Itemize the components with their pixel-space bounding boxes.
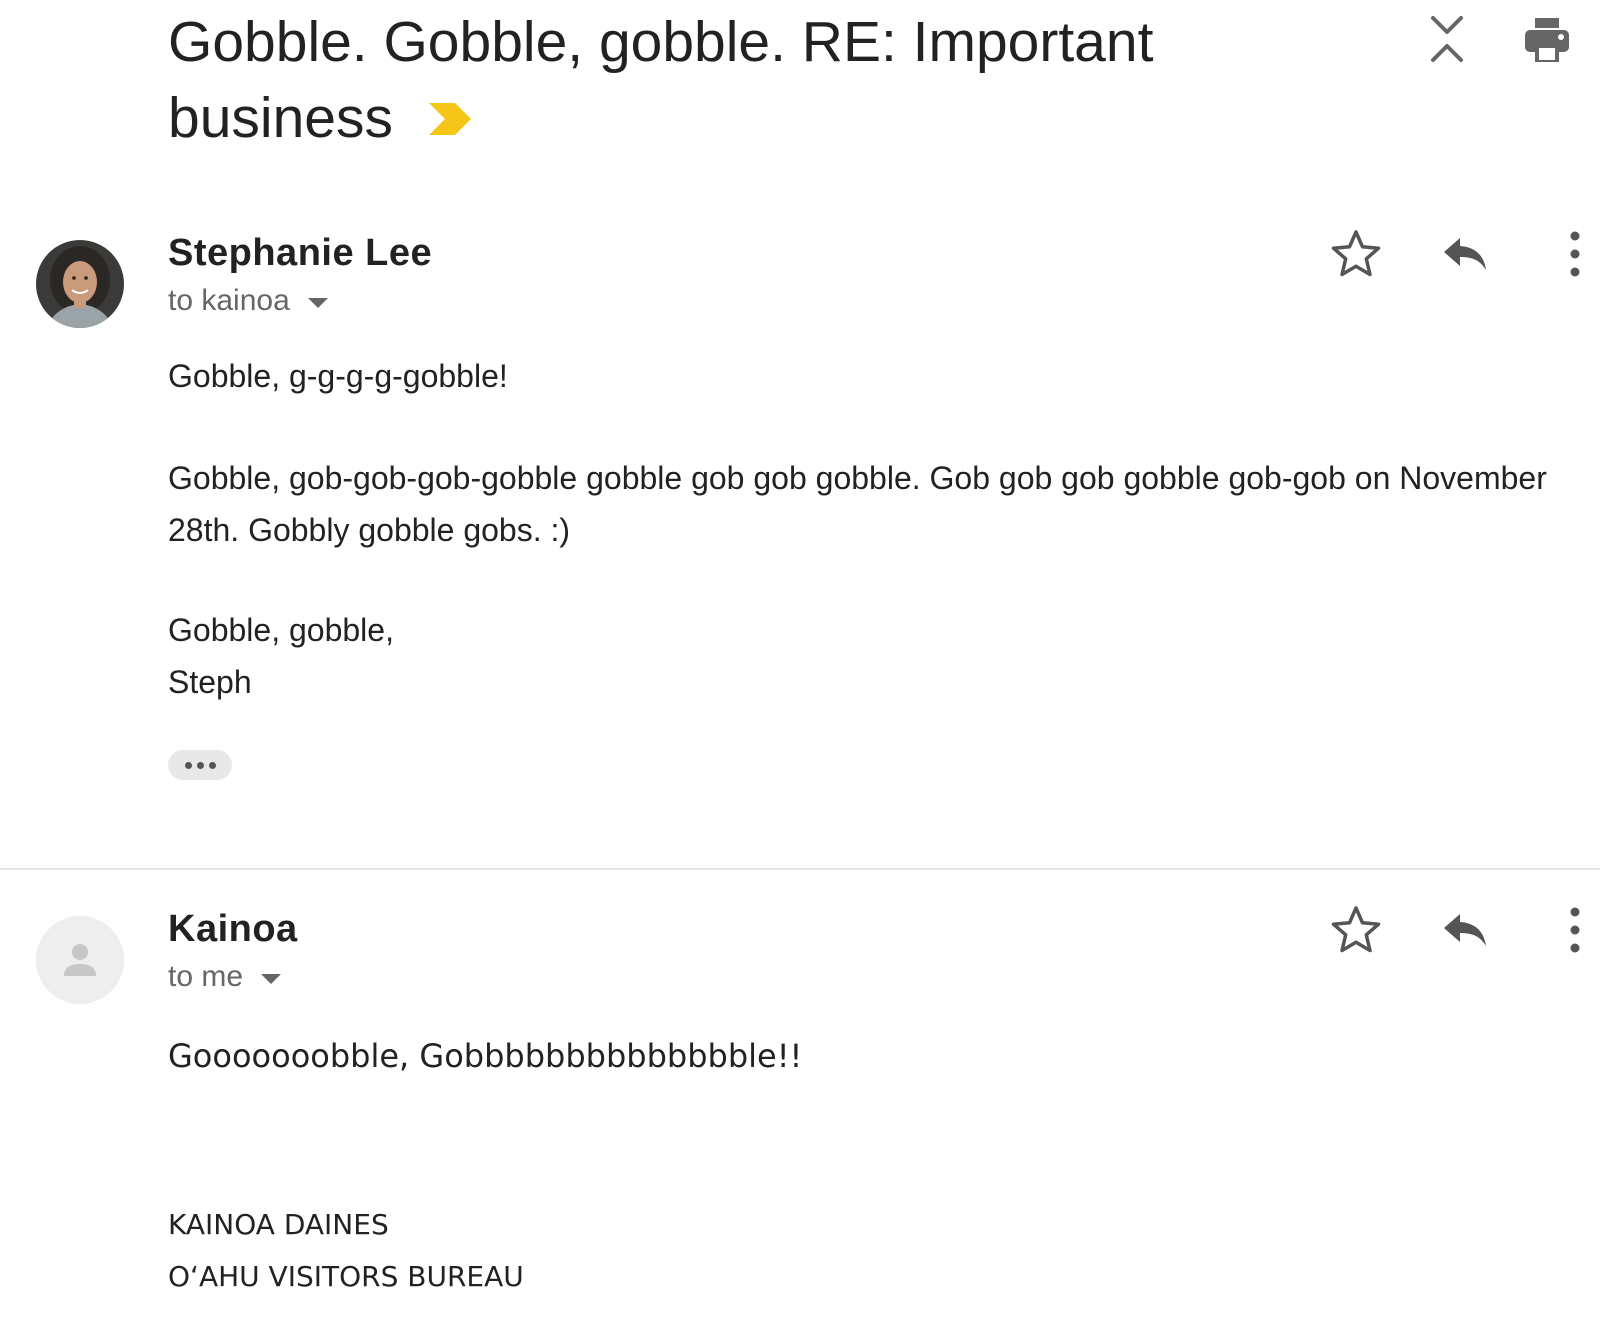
expand-all-icon[interactable]: [1427, 14, 1467, 64]
recipient-details[interactable]: to kainoa: [168, 284, 328, 318]
dot: [184, 761, 192, 769]
reply-icon[interactable]: [1440, 228, 1490, 278]
signature-organization: OʻAHU VISITORS BUREAU: [168, 1260, 524, 1293]
chevron-down-icon[interactable]: [261, 974, 282, 984]
email-subject-text: Gobble. Gobble, gobble. RE: Important bu…: [168, 10, 1154, 150]
reply-icon[interactable]: [1440, 904, 1490, 954]
star-icon[interactable]: [1330, 904, 1382, 956]
message-paragraph: Gobble, gob-gob-gob-gobble gobble gob go…: [168, 460, 1547, 548]
message-paragraph: Gobble, g-g-g-g-gobble!: [168, 358, 508, 394]
avatar[interactable]: [36, 240, 124, 328]
more-vert-icon[interactable]: [1568, 904, 1582, 956]
email-subject: Gobble. Gobble, gobble. RE: Important bu…: [168, 4, 1368, 156]
signature-name: KAINOA DAINES: [168, 1208, 389, 1241]
avatar[interactable]: [36, 916, 124, 1004]
sender-name[interactable]: Stephanie Lee: [168, 232, 432, 275]
more-vert-icon[interactable]: [1568, 228, 1582, 280]
show-trimmed-content-icon[interactable]: [168, 750, 232, 780]
sender-name[interactable]: Kainoa: [168, 908, 298, 951]
message-signoff: Steph: [168, 664, 252, 700]
message-divider: [0, 868, 1600, 870]
message-closing: Gobble, gobble,: [168, 612, 394, 648]
star-icon[interactable]: [1330, 228, 1382, 280]
dot: [208, 761, 216, 769]
dot: [196, 761, 204, 769]
chevron-down-icon[interactable]: [307, 298, 328, 308]
recipient-label: to me: [168, 960, 244, 993]
print-icon[interactable]: [1523, 16, 1571, 64]
recipient-label: to kainoa: [168, 284, 290, 317]
important-marker-icon[interactable]: [427, 80, 473, 156]
recipient-details[interactable]: to me: [168, 960, 282, 994]
message-paragraph: Gooooooobble, Gobbbbbbbbbbbbbble!!: [168, 1037, 803, 1075]
